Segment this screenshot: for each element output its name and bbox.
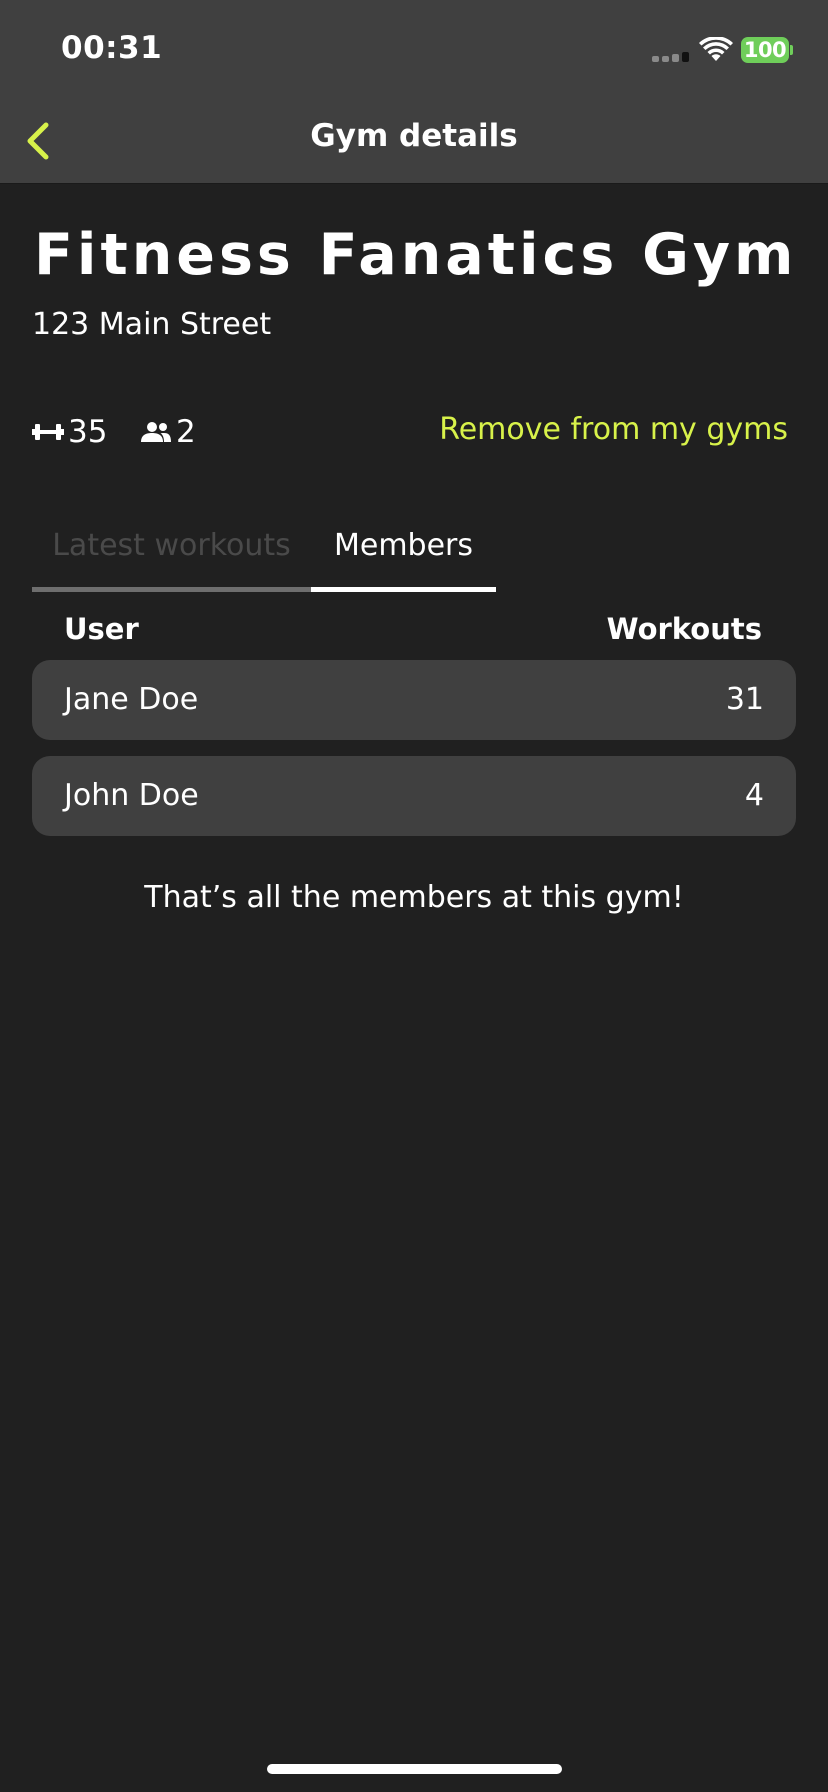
column-header-user: User: [64, 612, 139, 646]
users-icon: [141, 422, 171, 442]
member-workouts-count: 31: [725, 682, 764, 717]
status-time: 00:31: [61, 30, 163, 66]
gym-address: 123 Main Street: [32, 307, 272, 342]
wifi-icon: [699, 37, 733, 61]
member-row[interactable]: Jane Doe 31: [32, 660, 796, 740]
member-row[interactable]: John Doe 4: [32, 756, 796, 836]
remove-from-my-gyms-button[interactable]: Remove from my gyms: [439, 412, 788, 447]
members-count: 2: [176, 414, 196, 450]
members-stat: 2: [140, 412, 196, 452]
tab-latest-workouts[interactable]: Latest workouts: [32, 523, 311, 592]
member-name: Jane Doe: [64, 682, 199, 717]
top-bar: 00:31 100 Gym details: [0, 0, 828, 184]
gym-details-screen: 00:31 100 Gym details Fitness Fanatics G…: [0, 0, 828, 1792]
dumbbell-icon: [32, 424, 64, 440]
gym-name: Fitness Fanatics Gym: [34, 222, 798, 288]
member-workouts-count: 4: [744, 778, 764, 813]
page-title: Gym details: [310, 118, 518, 154]
end-of-list-message: That’s all the members at this gym!: [144, 880, 684, 915]
tab-members[interactable]: Members: [311, 523, 496, 592]
member-name: John Doe: [64, 778, 199, 813]
battery-tip: [790, 45, 793, 55]
workouts-stat: 35: [32, 412, 107, 452]
tab-bar: Latest workouts Members: [32, 523, 496, 592]
workouts-count: 35: [68, 414, 108, 450]
column-header-workouts: Workouts: [606, 612, 762, 646]
cellular-signal-icon: [652, 52, 690, 62]
home-indicator[interactable]: [267, 1764, 562, 1774]
battery-icon: 100: [741, 37, 789, 63]
